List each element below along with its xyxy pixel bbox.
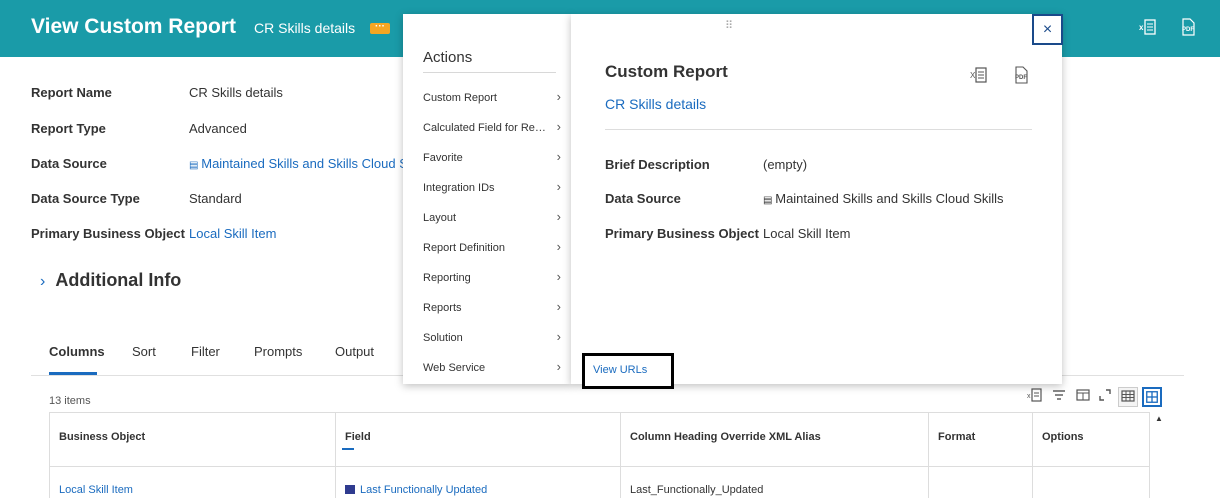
menu-item-solution[interactable]: Solution › (423, 329, 561, 344)
additional-info-toggle[interactable]: › Additional Info (40, 270, 181, 291)
table-cell (929, 467, 1033, 498)
excel-export-icon[interactable]: x (1138, 18, 1158, 38)
report-link[interactable]: CR Skills details (605, 96, 706, 112)
tab-filter[interactable]: Filter (191, 344, 220, 359)
column-header[interactable]: Business Object (50, 413, 336, 467)
column-header[interactable]: Format (929, 413, 1033, 467)
menu-item-layout[interactable]: Layout › (423, 209, 561, 224)
pdf-export-icon[interactable]: PDF (1011, 66, 1031, 86)
field-link[interactable]: Last Functionally Updated (336, 467, 621, 498)
actions-menu: Actions Custom Report › Calculated Field … (403, 14, 571, 384)
database-icon: ▤ (189, 160, 202, 171)
panel-value: (empty) (763, 157, 808, 172)
chevron-right-icon: › (556, 119, 561, 134)
data-source-link[interactable]: ▤ Maintained Skills and Skills Cloud Ski… (763, 191, 1004, 206)
tab-columns[interactable]: Columns (49, 344, 105, 359)
table-cell (1033, 467, 1149, 498)
table-view-icon[interactable] (1118, 387, 1138, 407)
fullscreen-icon[interactable] (1095, 387, 1115, 407)
menu-item-integration-ids[interactable]: Integration IDs › (423, 179, 561, 194)
primary-business-object-link[interactable]: Local Skill Item (763, 226, 850, 241)
additional-info-label: Additional Info (55, 270, 182, 290)
menu-item-calculated-field[interactable]: Calculated Field for Re… › (423, 119, 561, 134)
detail-value: Standard (189, 191, 242, 206)
svg-text:X: X (970, 71, 976, 80)
svg-text:x: x (1027, 393, 1031, 400)
scroll-up-icon[interactable]: ▲ (1155, 414, 1163, 423)
menu-item-report-definition[interactable]: Report Definition › (423, 239, 561, 254)
panel-divider (605, 129, 1032, 130)
menu-item-custom-report[interactable]: Custom Report › (423, 89, 561, 104)
primary-business-object-link[interactable]: Local Skill Item (189, 226, 276, 241)
menu-item-favorite[interactable]: Favorite › (423, 149, 561, 164)
column-view-icon[interactable] (1073, 387, 1093, 407)
detail-label: Data Source (31, 156, 107, 171)
tab-sort[interactable]: Sort (132, 344, 156, 359)
chevron-right-icon: › (40, 273, 46, 290)
grid-view-icon[interactable] (1142, 387, 1162, 407)
page-title: View Custom Report (31, 15, 236, 38)
column-header[interactable]: Field (336, 413, 621, 467)
excel-export-icon[interactable]: X (969, 66, 989, 86)
field-type-icon (345, 485, 355, 494)
panel-title: Custom Report (605, 62, 728, 81)
panel-label: Brief Description (605, 157, 710, 172)
panel-label: Primary Business Object (605, 226, 759, 241)
view-urls-label: View URLs (593, 364, 648, 376)
filter-icon[interactable] (1049, 387, 1069, 407)
detail-label: Data Source Type (31, 191, 140, 206)
drag-handle-icon[interactable]: ⠿ (725, 19, 734, 32)
related-actions-panel: ⠿ Custom Report X PDF CR Skills details … (571, 14, 1062, 384)
business-object-link[interactable]: Local Skill Item (50, 467, 336, 498)
detail-row-report-type: Report Type Advanced (31, 121, 411, 141)
detail-row-report-name: Report Name CR Skills details (31, 85, 411, 105)
close-button[interactable]: × (1032, 14, 1063, 45)
chevron-right-icon: › (556, 149, 561, 164)
detail-row-data-source: Data Source ▤ Maintained Skills and Skil… (31, 156, 411, 176)
chevron-right-icon: › (556, 299, 561, 314)
svg-text:PDF: PDF (1182, 27, 1194, 33)
svg-text:PDF: PDF (1015, 75, 1027, 81)
svg-text:x: x (1139, 23, 1144, 32)
columns-table: Business Object Field Column Heading Ove… (49, 412, 1150, 498)
detail-value: CR Skills details (189, 85, 283, 100)
tab-output[interactable]: Output (335, 344, 374, 359)
menu-item-web-service[interactable]: Web Service › (423, 359, 561, 374)
chevron-right-icon: › (556, 89, 561, 104)
detail-label: Report Name (31, 85, 112, 100)
item-count: 13 items (49, 395, 91, 407)
chevron-right-icon: › (556, 269, 561, 284)
detail-label: Report Type (31, 121, 106, 136)
database-icon: ▤ (763, 195, 776, 206)
table-cell: Last_Functionally_Updated (621, 467, 929, 498)
menu-item-reports[interactable]: Reports › (423, 299, 561, 314)
column-header[interactable]: Column Heading Override XML Alias (621, 413, 929, 467)
detail-row-data-source-type: Data Source Type Standard (31, 191, 411, 211)
ellipsis-icon[interactable]: ··· (370, 22, 390, 34)
view-urls-menu-item[interactable]: View URLs (582, 353, 674, 389)
panel-label: Data Source (605, 191, 681, 206)
detail-row-primary-business-object: Primary Business Object Local Skill Item (31, 226, 411, 246)
actions-title: Actions (423, 49, 473, 66)
detail-label: Primary Business Object (31, 226, 185, 241)
menu-item-reporting[interactable]: Reporting › (423, 269, 561, 284)
tab-prompts[interactable]: Prompts (254, 344, 302, 359)
detail-value: Advanced (189, 121, 247, 136)
field-header-underline (342, 448, 354, 450)
pdf-export-icon[interactable]: PDF (1178, 18, 1198, 38)
chevron-right-icon: › (556, 359, 561, 374)
chevron-right-icon: › (556, 209, 561, 224)
report-name-subtitle: CR Skills details (254, 20, 356, 36)
actions-divider (423, 72, 556, 73)
chevron-right-icon: › (556, 179, 561, 194)
chevron-right-icon: › (556, 329, 561, 344)
column-header[interactable]: Options (1033, 413, 1149, 467)
excel-export-icon[interactable]: x (1025, 387, 1045, 407)
chevron-right-icon: › (556, 239, 561, 254)
data-source-link[interactable]: ▤ Maintained Skills and Skills Cloud S (189, 156, 408, 171)
